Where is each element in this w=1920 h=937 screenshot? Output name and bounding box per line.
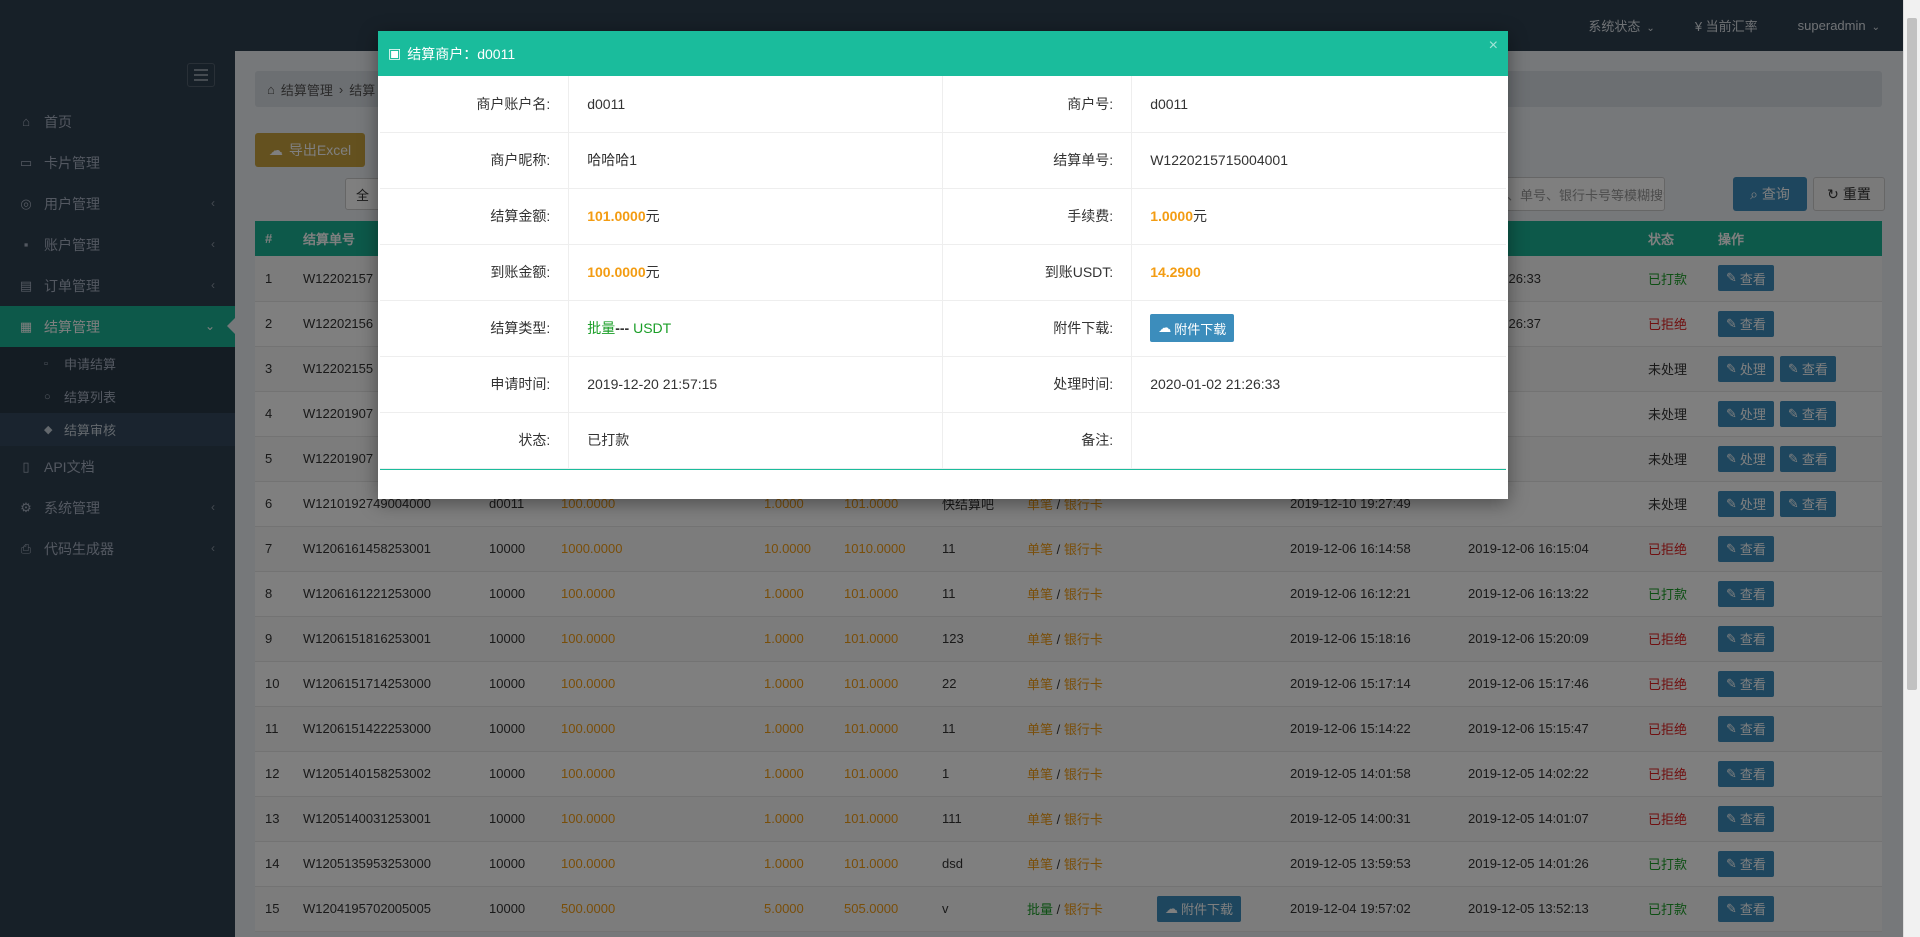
received-amount-label: 到账金额: <box>380 244 570 301</box>
received-usdt-label: 到账USDT: <box>942 244 1133 301</box>
detail-row: 到账金额: 100.0000元 到账USDT: 14.2900 <box>380 244 1506 301</box>
modal-header: ▣ 结算商户：d0011 × <box>378 31 1508 76</box>
detail-row: 申请时间: 2019-12-20 21:57:15 处理时间: 2020-01-… <box>380 356 1506 413</box>
received-usdt-value: 14.2900 <box>1150 264 1201 280</box>
merchant-no-label: 商户号: <box>942 76 1133 133</box>
merchant-nickname-label: 商户昵称: <box>380 132 570 189</box>
detail-row: 状态: 已打款 备注: <box>380 412 1506 469</box>
received-usdt-cell: 14.2900 <box>1131 244 1506 301</box>
received-amount-cell: 100.0000元 <box>568 244 944 301</box>
attachment-download-label: 附件下载 <box>1174 321 1227 337</box>
settlement-amount-cell: 101.0000元 <box>568 188 944 245</box>
remark-label: 备注: <box>942 412 1133 469</box>
settlement-amount-value: 101.0000 <box>587 208 646 224</box>
modal-body: 商户账户名: d0011 商户号: d0011 商户昵称: 哈哈哈1 结算单号:… <box>380 76 1506 470</box>
page-scrollbar[interactable] <box>1903 0 1920 937</box>
settlement-type-cell: 批量--- USDT <box>568 300 944 357</box>
scrollbar-thumb[interactable] <box>1907 18 1917 690</box>
fee-value: 1.0000 <box>1150 208 1194 224</box>
detail-row: 结算金额: 101.0000元 手续费: 1.0000元 <box>380 188 1506 245</box>
merchant-account-value: d0011 <box>568 76 944 133</box>
apply-time-label: 申请时间: <box>380 356 570 413</box>
attachment-label: 附件下载: <box>942 300 1133 357</box>
attachment-download-button[interactable]: ☁附件下载 <box>1150 314 1235 342</box>
merchant-account-label: 商户账户名: <box>380 76 570 133</box>
settlement-type-label: 结算类型: <box>380 300 570 357</box>
received-amount-value: 100.0000 <box>587 264 646 280</box>
process-time-value: 2020-01-02 21:26:33 <box>1131 356 1506 413</box>
settlement-type-batch: 批量 <box>587 320 616 336</box>
modal-title: 结算商户：d0011 <box>407 45 516 62</box>
settlement-no-label: 结算单号: <box>942 132 1133 189</box>
status-label: 状态: <box>380 412 570 469</box>
settlement-detail-modal: ▣ 结算商户：d0011 × 商户账户名: d0011 商户号: d0011 商… <box>378 31 1508 499</box>
detail-row: 商户昵称: 哈哈哈1 结算单号: W1220215715004001 <box>380 132 1506 189</box>
currency-unit: 元 <box>1193 208 1208 224</box>
detail-row: 商户账户名: d0011 商户号: d0011 <box>380 76 1506 133</box>
remark-value <box>1131 412 1506 469</box>
apply-time-value: 2019-12-20 21:57:15 <box>568 356 944 413</box>
cloud-download-icon: ☁ <box>1158 320 1172 335</box>
merchant-nickname-value: 哈哈哈1 <box>568 132 944 189</box>
merchant-no-value: d0011 <box>1131 76 1506 133</box>
currency-unit: 元 <box>645 264 660 280</box>
process-time-label: 处理时间: <box>942 356 1133 413</box>
settlement-no-value: W1220215715004001 <box>1131 132 1506 189</box>
fee-label: 手续费: <box>942 188 1133 245</box>
close-icon[interactable]: × <box>1489 37 1498 55</box>
fee-cell: 1.0000元 <box>1131 188 1506 245</box>
settlement-type-usdt: USDT <box>629 320 672 336</box>
attachment-cell: ☁ 附件下载 <box>1131 300 1506 357</box>
settlement-type-separator: --- <box>615 320 630 336</box>
detail-row: 结算类型: 批量--- USDT 附件下载: ☁ 附件下载 <box>380 300 1506 357</box>
settlement-amount-label: 结算金额: <box>380 188 570 245</box>
gift-icon: ▣ <box>388 45 402 61</box>
status-value: 已打款 <box>568 412 944 469</box>
currency-unit: 元 <box>645 208 660 224</box>
